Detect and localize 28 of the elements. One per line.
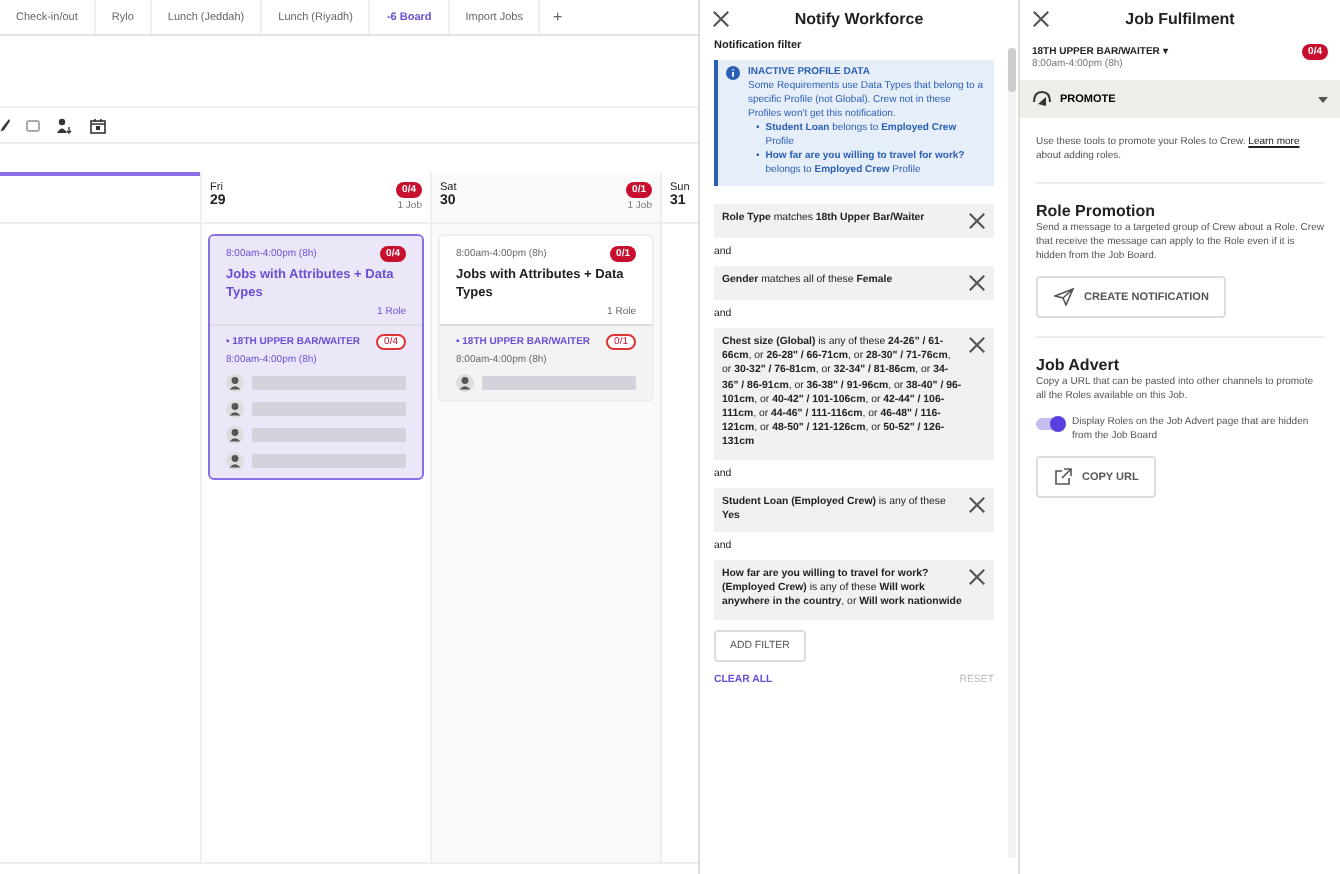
section-heading: Job Advert (1036, 356, 1121, 374)
close-icon[interactable] (968, 212, 986, 230)
day-header[interactable] (0, 172, 200, 224)
person-icon (226, 426, 244, 444)
person-icon (226, 452, 244, 470)
paper-plane-icon (1054, 288, 1074, 306)
scrollbar[interactable] (1008, 48, 1016, 858)
person-icon (226, 400, 244, 418)
close-icon[interactable] (968, 568, 986, 587)
add-tab-button[interactable]: + (540, 0, 575, 34)
caret-icon (1318, 95, 1328, 103)
calendar-icon[interactable] (90, 117, 106, 133)
section-heading: Role Promotion (1036, 202, 1158, 220)
pencil-icon[interactable] (0, 118, 10, 132)
panel-title: Job Fulfilment (1123, 9, 1237, 27)
close-icon[interactable] (968, 274, 986, 292)
megaphone-icon (1032, 90, 1052, 108)
close-icon[interactable] (712, 9, 730, 27)
person-icon (226, 374, 244, 392)
person-icon (456, 374, 474, 392)
info-icon (726, 66, 740, 80)
close-icon[interactable] (968, 336, 986, 354)
close-icon[interactable] (968, 495, 986, 514)
external-link-icon (1054, 468, 1072, 486)
toggle-switch[interactable] (1036, 418, 1064, 430)
close-icon[interactable] (1032, 9, 1050, 27)
panel-title: Notify Workforce (792, 9, 926, 27)
person-sort-icon[interactable] (56, 117, 74, 133)
